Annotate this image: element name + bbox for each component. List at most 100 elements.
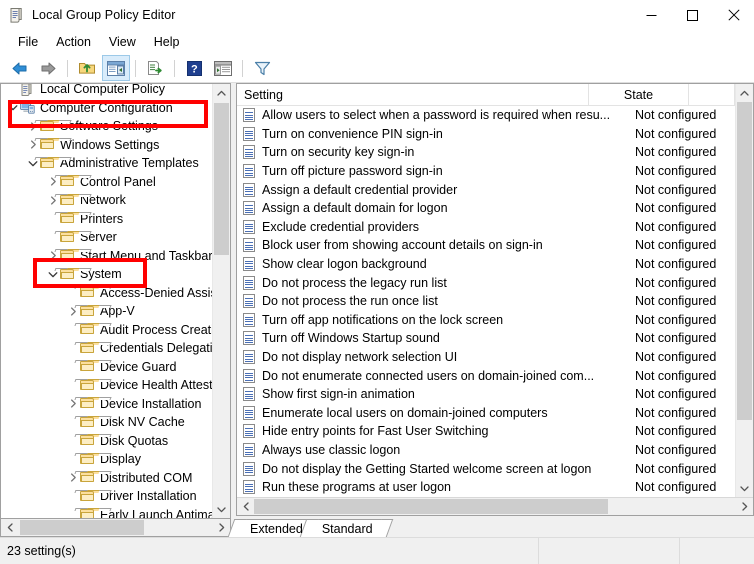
tree-item[interactable]: Device Health Attesta: [1, 376, 212, 395]
chevron-down-icon[interactable]: [26, 159, 40, 168]
help-icon[interactable]: ?: [180, 55, 208, 81]
menu-file[interactable]: File: [9, 33, 47, 51]
tree-hscroll-track[interactable]: [18, 519, 213, 536]
up-one-level-icon[interactable]: [73, 55, 101, 81]
settings-row[interactable]: Do not display network selection UI Not c…: [237, 348, 735, 367]
tree-item[interactable]: App-V: [1, 302, 212, 321]
list-horizontal-scrollbar[interactable]: [237, 497, 753, 515]
tree-item[interactable]: Disk NV Cache: [1, 413, 212, 432]
tree-item[interactable]: Distributed COM: [1, 469, 212, 488]
tree-vertical-scrollbar[interactable]: [212, 84, 230, 518]
list-scroll-up-button[interactable]: [736, 84, 753, 101]
settings-row[interactable]: Assign a default domain for logon Not con…: [237, 199, 735, 218]
settings-row[interactable]: Turn off picture password sign-in Not con…: [237, 162, 735, 181]
tree-item[interactable]: Software Settings: [1, 117, 212, 136]
show-hide-console-tree-icon[interactable]: [102, 55, 130, 81]
settings-row-state: Not configured: [635, 424, 717, 439]
settings-rows: Allow users to select when a password is…: [237, 106, 735, 497]
column-header-setting[interactable]: Setting: [237, 84, 589, 105]
tree-scroll-track[interactable]: [213, 101, 230, 501]
chevron-right-icon[interactable]: [46, 251, 60, 260]
tree-scroll-down-button[interactable]: [213, 501, 230, 518]
chevron-down-icon[interactable]: [6, 103, 20, 112]
settings-row[interactable]: Turn off app notifications on the lock s…: [237, 311, 735, 330]
list-hscroll-thumb[interactable]: [254, 499, 608, 514]
tree-item[interactable]: Windows Settings: [1, 136, 212, 155]
menu-action[interactable]: Action: [47, 33, 100, 51]
tree-item[interactable]: Computer Configuration: [1, 99, 212, 118]
tree-item[interactable]: Early Launch Antimal: [1, 506, 212, 518]
maximize-button[interactable]: [672, 0, 713, 30]
tree-scroll-thumb[interactable]: [214, 103, 229, 255]
chevron-right-icon[interactable]: [46, 196, 60, 205]
tree-item[interactable]: Access-Denied Assist: [1, 284, 212, 303]
tree-item[interactable]: Driver Installation: [1, 487, 212, 506]
chevron-right-icon[interactable]: [66, 307, 80, 316]
settings-row[interactable]: Always use classic logon Not configured: [237, 441, 735, 460]
settings-row[interactable]: Do not process the legacy run list Not co…: [237, 273, 735, 292]
tree-item[interactable]: Control Panel: [1, 173, 212, 192]
tree-item[interactable]: System: [1, 265, 212, 284]
settings-row[interactable]: Exclude credential providers Not configur…: [237, 218, 735, 237]
chevron-down-icon[interactable]: [46, 270, 60, 279]
tree-item[interactable]: Audit Process Creatio: [1, 321, 212, 340]
tree-item[interactable]: Device Guard: [1, 358, 212, 377]
settings-row[interactable]: Allow users to select when a password is…: [237, 106, 735, 125]
settings-row[interactable]: Block user from showing account details …: [237, 236, 735, 255]
tree-item[interactable]: Credentials Delegatio: [1, 339, 212, 358]
tree-scroll-right-button[interactable]: [213, 519, 230, 536]
tree-item[interactable]: Administrative Templates: [1, 154, 212, 173]
tree-horizontal-scrollbar[interactable]: [0, 519, 231, 537]
tab-standard[interactable]: Standard: [308, 519, 384, 537]
chevron-right-icon[interactable]: [26, 122, 40, 131]
settings-row[interactable]: Hide entry points for Fast User Switchin…: [237, 422, 735, 441]
menu-view[interactable]: View: [100, 33, 145, 51]
tree-item[interactable]: Disk Quotas: [1, 432, 212, 451]
list-scroll-down-button[interactable]: [736, 480, 753, 497]
policy-setting-icon: [243, 201, 256, 216]
settings-row[interactable]: Do not display the Getting Started welco…: [237, 459, 735, 478]
back-icon[interactable]: [5, 55, 33, 81]
menu-help[interactable]: Help: [145, 33, 189, 51]
list-scroll-track[interactable]: [736, 101, 753, 480]
chevron-right-icon[interactable]: [26, 140, 40, 149]
settings-row[interactable]: Do not enumerate connected users on doma…: [237, 366, 735, 385]
policy-setting-icon: [243, 387, 256, 402]
list-scroll-thumb[interactable]: [737, 102, 752, 420]
settings-row[interactable]: Turn off Windows Startup sound Not config…: [237, 329, 735, 348]
settings-row[interactable]: Turn on convenience PIN sign-in Not confi…: [237, 125, 735, 144]
list-scroll-right-button[interactable]: [736, 498, 753, 515]
tree-item[interactable]: Network: [1, 191, 212, 210]
list-vertical-scrollbar[interactable]: [735, 84, 753, 497]
tree-item[interactable]: Display: [1, 450, 212, 469]
forward-icon[interactable]: [34, 55, 62, 81]
close-button[interactable]: [713, 0, 754, 30]
tree-item[interactable]: Printers: [1, 210, 212, 229]
tree-item[interactable]: Device Installation: [1, 395, 212, 414]
tree-scroll-up-button[interactable]: [213, 84, 230, 101]
settings-row[interactable]: Turn on security key sign-in Not configur…: [237, 143, 735, 162]
column-header-state[interactable]: State: [589, 84, 689, 105]
chevron-right-icon[interactable]: [46, 177, 60, 186]
settings-row[interactable]: Do not process the run once list Not conf…: [237, 292, 735, 311]
minimize-button[interactable]: [631, 0, 672, 30]
chevron-right-icon[interactable]: [66, 399, 80, 408]
settings-row[interactable]: Show first sign-in animation Not configur…: [237, 385, 735, 404]
settings-row[interactable]: Assign a default credential provider Not …: [237, 180, 735, 199]
settings-row[interactable]: Show clear logon background Not configure…: [237, 255, 735, 274]
tab-extended[interactable]: Extended: [237, 519, 314, 537]
settings-row[interactable]: Enumerate local users on domain-joined c…: [237, 404, 735, 423]
tree-item[interactable]: Start Menu and Taskbar: [1, 247, 212, 266]
settings-row[interactable]: Run these programs at user logon Not conf…: [237, 478, 735, 497]
filter-icon[interactable]: [248, 55, 276, 81]
chevron-right-icon[interactable]: [66, 473, 80, 482]
list-scroll-left-button[interactable]: [237, 498, 254, 515]
tree-scroll-left-button[interactable]: [1, 519, 18, 536]
view-tabs: Extended Standard: [236, 516, 754, 537]
tree-hscroll-thumb[interactable]: [20, 520, 144, 535]
tree-item[interactable]: Local Computer Policy: [1, 84, 212, 99]
show-hide-action-pane-icon[interactable]: [209, 55, 237, 81]
export-list-icon[interactable]: [141, 55, 169, 81]
tree-item[interactable]: Server: [1, 228, 212, 247]
list-hscroll-track[interactable]: [254, 498, 736, 515]
